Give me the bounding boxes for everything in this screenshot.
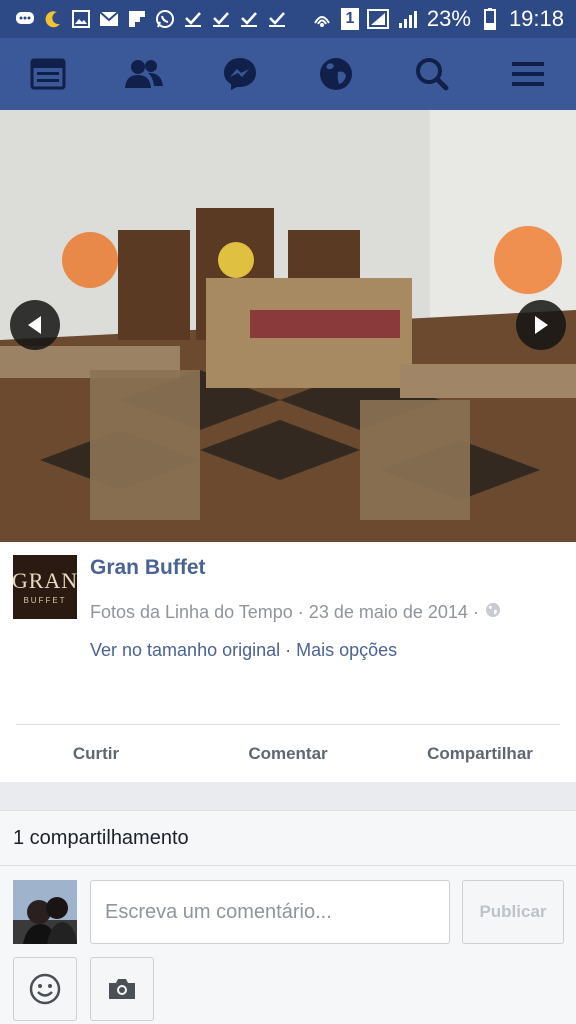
sim-icon: 1 xyxy=(340,8,359,30)
globe-privacy-icon xyxy=(485,602,501,623)
check-icon xyxy=(210,9,232,29)
restaurant-photo-image xyxy=(0,110,576,542)
notification-icons xyxy=(0,9,288,29)
menu-icon[interactable] xyxy=(498,44,558,104)
comment-input[interactable] xyxy=(90,880,450,944)
status-bar: 1 23% 19:18 xyxy=(0,0,576,38)
chevron-right-icon xyxy=(535,316,548,334)
friends-icon[interactable] xyxy=(114,44,174,104)
vibrate-icon xyxy=(311,9,333,29)
comment-composer: Publicar xyxy=(0,866,576,1024)
photo-links: Ver no tamanho original · Mais opções xyxy=(90,640,397,661)
chat-icon xyxy=(14,9,36,29)
logo-subtext: BUFFET xyxy=(23,595,67,605)
gallery-icon xyxy=(70,9,92,29)
moon-icon xyxy=(42,9,64,29)
whatsapp-icon xyxy=(154,9,176,29)
post-actions: Curtir Comentar Compartilhar xyxy=(0,725,576,782)
post-meta: Fotos da Linha do Tempo · 23 de maio de … xyxy=(90,602,501,623)
comment-button[interactable]: Comentar xyxy=(192,744,384,764)
page-name-link[interactable]: Gran Buffet xyxy=(90,556,206,580)
emoji-button[interactable] xyxy=(13,957,77,1021)
user-avatar xyxy=(13,880,77,944)
publish-button[interactable]: Publicar xyxy=(462,880,564,944)
previous-photo-button[interactable] xyxy=(10,300,60,350)
mail-icon xyxy=(98,9,120,29)
system-status: 1 23% 19:18 xyxy=(311,0,564,38)
check-icon xyxy=(182,9,204,29)
check-icon xyxy=(266,9,288,29)
check-icon xyxy=(238,9,260,29)
battery-percentage: 23% xyxy=(426,6,471,31)
more-options-link[interactable]: Mais opções xyxy=(296,640,397,660)
smiley-icon xyxy=(29,973,61,1005)
clock: 19:18 xyxy=(508,6,564,31)
post-photo[interactable] xyxy=(0,110,576,542)
search-icon[interactable] xyxy=(402,44,462,104)
top-navigation xyxy=(0,38,576,110)
link-separator: · xyxy=(280,640,297,660)
post-meta-text: Fotos da Linha do Tempo · 23 de maio de … xyxy=(90,602,479,622)
like-button[interactable]: Curtir xyxy=(0,744,192,764)
view-original-link[interactable]: Ver no tamanho original xyxy=(90,640,280,660)
post-info: GRAN BUFFET Gran Buffet Fotos da Linha d… xyxy=(0,542,576,782)
next-photo-button[interactable] xyxy=(516,300,566,350)
photo-attach-button[interactable] xyxy=(90,957,154,1021)
chevron-left-icon xyxy=(28,316,41,334)
signal-icon xyxy=(366,9,389,29)
camera-icon xyxy=(109,979,135,999)
share-button[interactable]: Compartilhar xyxy=(384,744,576,764)
logo-text: GRAN xyxy=(11,567,79,593)
globe-icon[interactable] xyxy=(306,44,366,104)
shares-count[interactable]: 1 compartilhamento xyxy=(0,810,576,866)
messenger-icon[interactable] xyxy=(210,44,270,104)
flipboard-icon xyxy=(126,9,148,29)
signal-icon xyxy=(397,9,419,29)
battery-icon xyxy=(479,8,501,30)
page-avatar[interactable]: GRAN BUFFET xyxy=(11,555,79,619)
news-feed-icon[interactable] xyxy=(18,44,78,104)
